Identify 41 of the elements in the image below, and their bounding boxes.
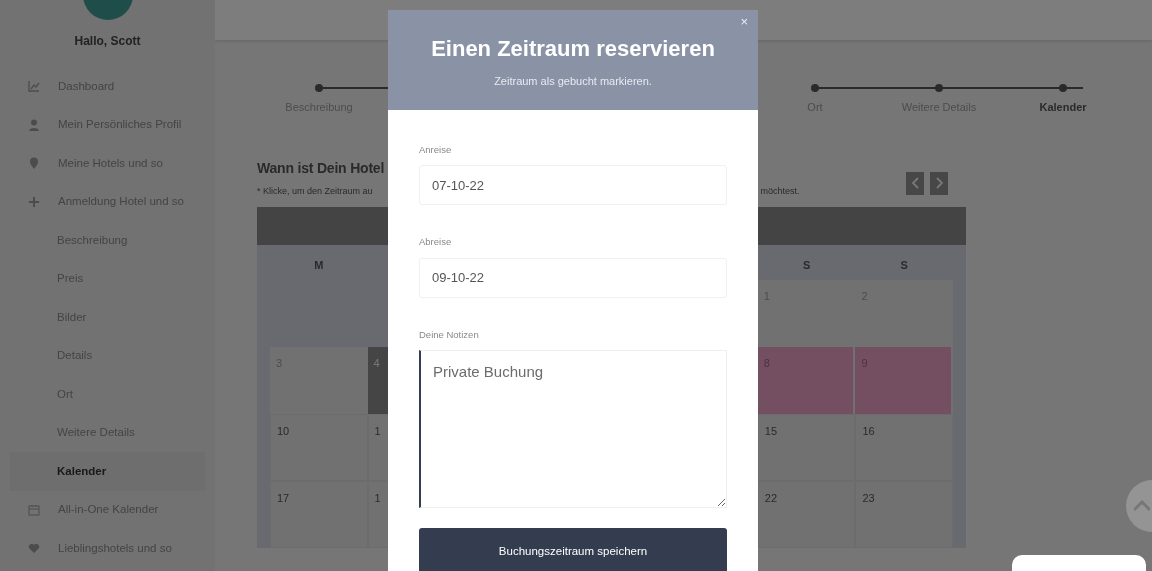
calendar-day[interactable]: 15 [757, 413, 856, 481]
chevron-up-icon [1134, 500, 1150, 512]
close-button[interactable]: × [738, 12, 750, 32]
heart-icon [28, 542, 40, 555]
next-button[interactable] [930, 171, 948, 195]
step-dot [315, 84, 323, 92]
step-dot [1059, 84, 1067, 92]
chevron-right-icon [933, 176, 945, 190]
calendar-day[interactable]: 10 [270, 413, 368, 481]
calendar-day[interactable]: 17 [270, 480, 368, 548]
date-field[interactable]: 09-10-22 [419, 257, 727, 298]
date-field[interactable]: 07-10-22 [419, 165, 727, 206]
person-icon [28, 118, 40, 131]
scroll-top-button[interactable] [1126, 480, 1152, 532]
field-label: Deine Notizen [419, 327, 479, 342]
weekday-label: S [801, 257, 812, 273]
notes-field[interactable]: Private Buchung [419, 349, 727, 508]
save-button[interactable]: Buchungszeitraum speichern [419, 527, 727, 571]
chevron-left-icon [909, 176, 921, 190]
step-dot [935, 84, 943, 92]
step-label[interactable]: Kalender [1039, 99, 1087, 116]
section-heading: Wann ist Dein Hotel [257, 159, 386, 178]
calendar-day[interactable]: 22 [757, 480, 856, 548]
calendar-day[interactable]: 16 [855, 413, 953, 481]
chart-icon [28, 80, 40, 93]
plus-icon [28, 195, 40, 208]
sidebar-item[interactable]: Kalender [10, 452, 205, 491]
step-dot [811, 84, 819, 92]
greeting-text: Hallo, Scott [73, 33, 142, 50]
previous-button[interactable] [906, 171, 924, 195]
field-label: Anreise [419, 143, 452, 157]
field-label: Abreise [419, 235, 452, 250]
weekday-label: M [313, 257, 325, 273]
dialog-subtitle: Zeitraum als gebucht markieren. [494, 74, 652, 89]
weekday-label: S [899, 257, 909, 273]
hint-text: * Klicke, um den Zeitraum au [257, 185, 373, 198]
dialog-title: Einen Zeitraum reservieren [430, 35, 716, 63]
calendar-icon [28, 503, 40, 516]
map-pin-icon [28, 157, 40, 170]
calendar-day[interactable]: 23 [855, 480, 953, 548]
hint-text: möchtest. [760, 185, 800, 198]
